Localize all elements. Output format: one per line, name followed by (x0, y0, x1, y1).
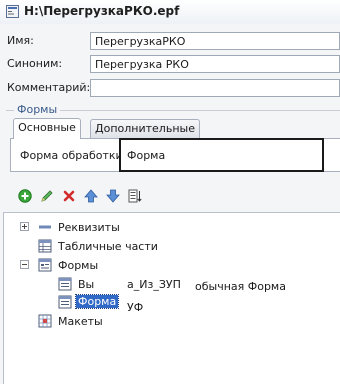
synonym-field[interactable]: Перегрузка РКО (90, 55, 340, 73)
add-button[interactable] (16, 187, 34, 205)
move-up-button[interactable] (82, 187, 100, 205)
synonym-label: Синоним: (7, 57, 63, 70)
edit-icon (41, 190, 53, 202)
name-field[interactable]: ПерегрузкаРКО (90, 32, 340, 50)
templates-icon (38, 314, 52, 328)
move-up-icon (84, 189, 98, 203)
tree-item-tabular-sections[interactable]: Табличные части (58, 240, 158, 253)
tab-additional[interactable]: Дополнительные (90, 119, 200, 139)
forms-group-label: Формы (14, 103, 61, 116)
form-icon (58, 277, 72, 291)
tree-item-templates[interactable]: Макеты (58, 315, 103, 328)
overlay-uf-note: УФ (127, 301, 144, 314)
comment-label: Комментарий: (7, 81, 91, 94)
comment-field[interactable] (90, 79, 340, 97)
table-icon (38, 239, 52, 253)
move-down-icon (106, 189, 120, 203)
processing-form-field[interactable]: Форма (119, 138, 324, 172)
sort-button[interactable] (126, 187, 144, 205)
tree-item-attributes[interactable]: Реквизиты (58, 221, 120, 234)
tree-item-form-vy[interactable]: Вы (78, 278, 94, 291)
add-icon (18, 189, 32, 203)
overlay-form-suffix: а_Из_ЗУП (127, 278, 181, 291)
tree-item-forms[interactable]: Формы (58, 259, 98, 272)
overlay-ordinary-form-note: обычная Форма (195, 280, 286, 293)
form-icon (58, 295, 72, 309)
collapse-forms-icon[interactable] (20, 260, 29, 269)
name-label: Имя: (7, 34, 34, 47)
edit-button[interactable] (38, 187, 56, 205)
forms-icon (38, 258, 52, 272)
expand-attributes-icon[interactable] (20, 222, 29, 231)
attributes-icon (39, 225, 51, 229)
window-title: H:\ПерегрузкаРКО.epf (24, 4, 180, 18)
delete-icon (63, 190, 75, 202)
tab-main[interactable]: Основные (13, 118, 81, 139)
move-down-button[interactable] (104, 187, 122, 205)
title-bar: H:\ПерегрузкаРКО.epf (0, 0, 340, 25)
processing-icon (6, 5, 19, 18)
sort-icon (128, 189, 142, 203)
delete-button[interactable] (60, 187, 78, 205)
processing-form-label: Форма обработки: (20, 149, 127, 162)
metadata-tree (3, 212, 340, 384)
tree-item-form-selected[interactable]: Форма (74, 294, 120, 309)
